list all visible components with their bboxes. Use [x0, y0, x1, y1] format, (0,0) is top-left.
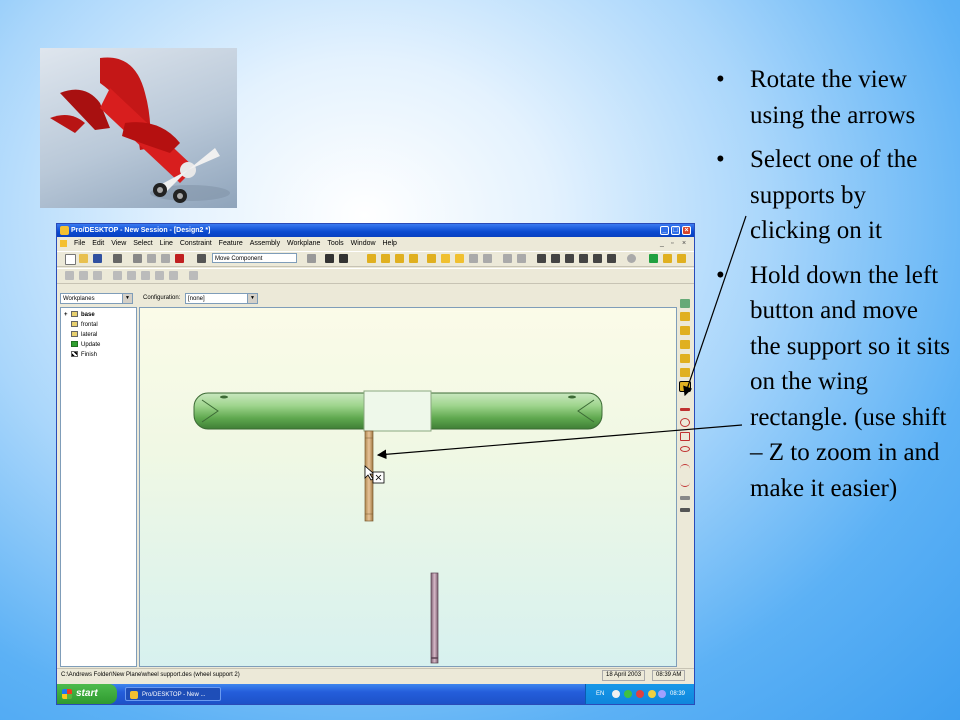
arrow-to-support [376, 424, 743, 460]
arrow-to-rotate-tools [683, 215, 747, 397]
annotation-arrows [376, 215, 747, 460]
